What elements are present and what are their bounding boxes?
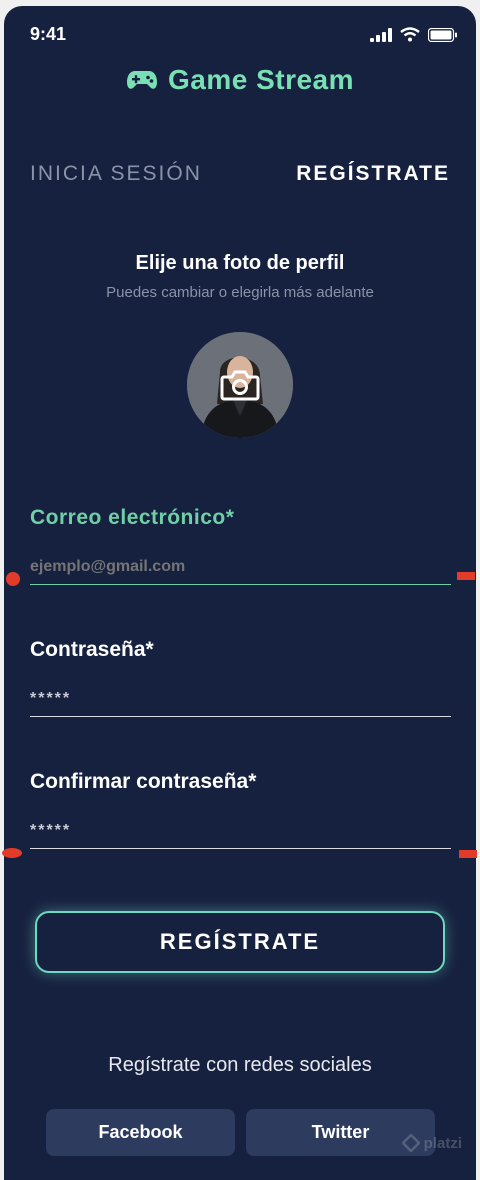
profile-photo-subtitle: Puedes cambiar o elegirla más adelante [106, 284, 374, 301]
email-underline [30, 584, 451, 585]
tab-login[interactable]: INICIA SESIÓN [30, 162, 202, 186]
app-logo: Game Stream [4, 64, 476, 96]
status-time: 9:41 [30, 24, 67, 44]
app-title: Game Stream [167, 64, 355, 95]
password-underline [30, 716, 451, 717]
facebook-button[interactable]: Facebook [46, 1109, 235, 1156]
social-signup-title: Regístrate con redes sociales [108, 1054, 372, 1076]
password-label: Contraseña* [30, 638, 154, 661]
signal-icon [370, 27, 392, 42]
app-screen: 9:41 Game Stream INICIA SESIÓN REGÍSTRAT… [4, 6, 476, 1180]
tab-register[interactable]: REGÍSTRATE [296, 162, 450, 186]
status-bar: 9:41 [4, 6, 476, 62]
email-field[interactable] [30, 552, 451, 582]
camera-icon [220, 370, 260, 401]
register-button[interactable]: REGÍSTRATE [35, 911, 445, 973]
annotation-mark-right-2 [459, 850, 477, 858]
email-label: Correo electrónico* [30, 506, 235, 529]
battery-icon [428, 27, 457, 42]
confirm-password-label: Confirmar contraseña* [30, 770, 257, 793]
wifi-icon [400, 27, 420, 42]
profile-photo-title: Elije una foto de perfil [135, 252, 345, 274]
confirm-password-underline [30, 848, 451, 849]
platzi-logo-icon [401, 1134, 420, 1152]
confirm-password-field[interactable] [30, 816, 451, 846]
gamepad-icon [126, 71, 157, 89]
annotation-mark-left-1 [6, 572, 20, 586]
annotation-mark-right-1 [457, 572, 475, 580]
watermark-text: platzi [423, 1134, 462, 1152]
status-icons [370, 27, 458, 42]
annotation-mark-left-2 [2, 848, 22, 858]
profile-photo-picker[interactable] [187, 332, 293, 438]
password-field[interactable] [30, 684, 451, 714]
watermark-logo: platzi [401, 1134, 462, 1152]
